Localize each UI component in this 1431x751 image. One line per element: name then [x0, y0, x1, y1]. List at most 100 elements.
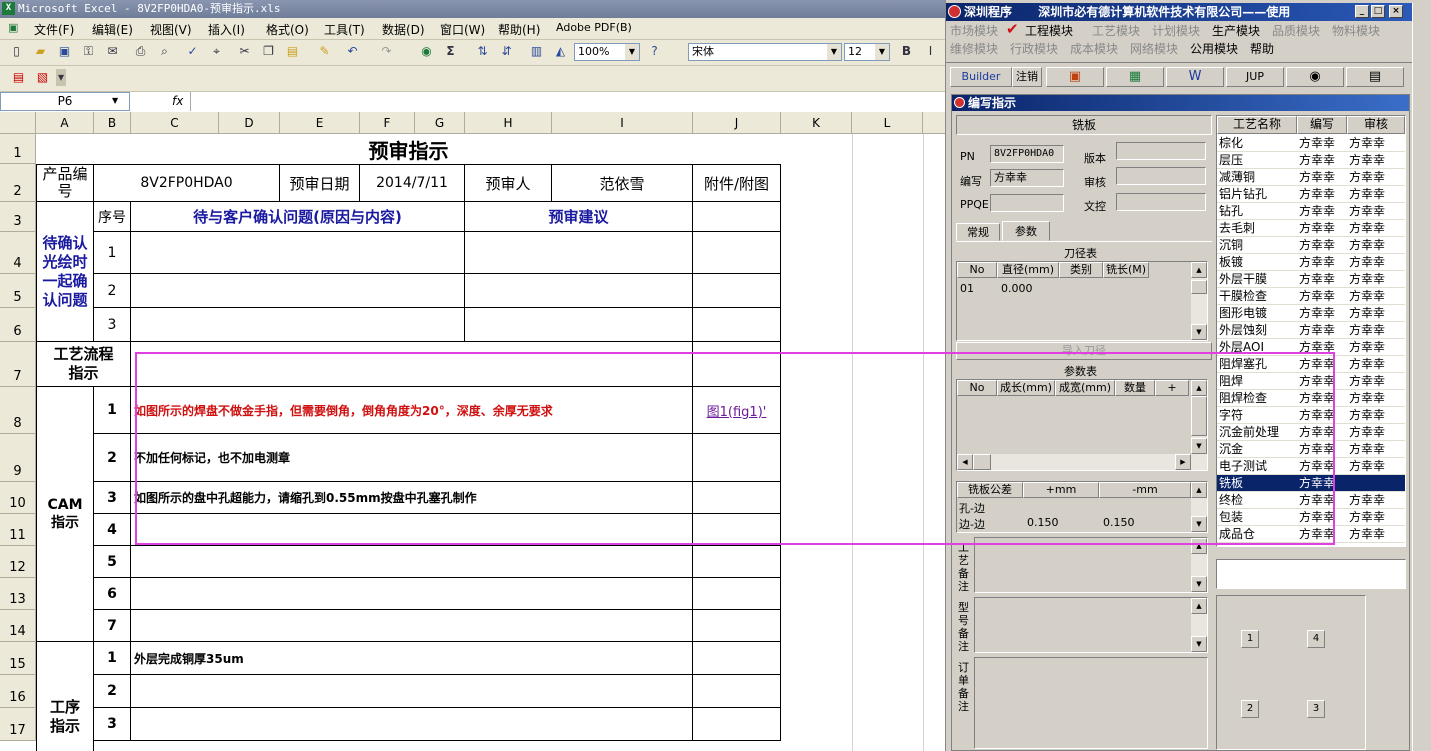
flow-label[interactable]: 工艺流程指示 [36, 342, 131, 387]
pending-issue-cell[interactable] [131, 274, 465, 308]
row-header-16[interactable]: 16 [0, 675, 36, 708]
issue-header[interactable]: 待与客户确认问题(原因与内容) [131, 202, 465, 232]
chart-wizard-icon[interactable]: ▥ [528, 43, 545, 60]
copy-icon[interactable]: ❐ [260, 43, 277, 60]
process-row[interactable]: 减薄铜 方幸幸 方幸幸 [1217, 169, 1405, 186]
cam-instruction-cell[interactable] [131, 610, 693, 642]
col-header-h[interactable]: H [465, 112, 552, 134]
param-table[interactable]: No 成长(mm) 成宽(mm) 数量 + ▲ ▼ ◀ ▶ [956, 379, 1208, 471]
builder-button[interactable]: Builder [950, 67, 1012, 87]
fx-icon[interactable]: fx [172, 94, 183, 108]
menu-data[interactable]: 数据(D) [382, 21, 425, 38]
name-box[interactable]: P6 [0, 92, 130, 111]
process-row[interactable]: 终检 方幸幸 方幸幸 [1217, 492, 1405, 509]
menu-maintenance[interactable]: 维修模块 [950, 40, 998, 57]
font-name-select[interactable]: 宋体 ▼ [688, 43, 842, 61]
row-header-8[interactable]: 8 [0, 387, 36, 434]
menu-cost[interactable]: 成本模块 [1070, 40, 1118, 57]
logout-button[interactable]: 注销 [1012, 67, 1042, 87]
writer-field[interactable]: 方幸幸 [990, 169, 1064, 187]
save-icon[interactable]: ▣ [56, 43, 73, 60]
scroll-down-icon[interactable]: ▼ [1191, 516, 1207, 532]
flow-cell[interactable] [131, 342, 693, 387]
scroll-down-icon[interactable]: ▼ [1191, 438, 1207, 454]
process-list[interactable]: 工艺名称 编写 审核 棕化 方幸幸 方幸幸 层压 方幸幸 方幸幸 减薄铜 方幸幸 方幸幸 铝片钻孔… [1216, 115, 1406, 547]
minimize-button[interactable]: _ [1355, 5, 1369, 18]
order-note-field[interactable] [974, 657, 1208, 749]
param-table-vscroll[interactable]: ▲ ▼ [1191, 380, 1207, 454]
col-header-i[interactable]: I [552, 112, 693, 134]
row-header-13[interactable]: 13 [0, 578, 36, 610]
pending-issue-cell[interactable] [131, 308, 465, 342]
process-row[interactable]: 字符 方幸幸 方幸幸 [1217, 407, 1405, 424]
cam-label[interactable]: CAM指示 [36, 387, 94, 642]
process-row[interactable]: 外层干膜 方幸幸 方幸幸 [1217, 271, 1405, 288]
menu-production[interactable]: 生产模块 [1212, 22, 1260, 39]
process-row[interactable]: 图形电镀 方幸幸 方幸幸 [1217, 305, 1405, 322]
permission-icon[interactable]: ⚿ [80, 43, 97, 60]
tab-params[interactable]: 参数 [1002, 221, 1050, 241]
col-header-g[interactable]: G [415, 112, 465, 134]
scroll-right-icon[interactable]: ▶ [1175, 454, 1191, 470]
scroll-up-icon[interactable]: ▲ [1191, 482, 1207, 498]
col-header-d[interactable]: D [219, 112, 280, 134]
scroll-down-icon[interactable]: ▼ [1191, 576, 1207, 592]
italic-icon[interactable]: I [922, 43, 939, 60]
pending-seq-1[interactable]: 1 [94, 232, 131, 274]
cam-seq-7[interactable]: 7 [94, 610, 131, 642]
process-row[interactable]: 沉铜 方幸幸 方幸幸 [1217, 237, 1405, 254]
version-field[interactable] [1116, 142, 1206, 160]
toolbar-overflow-icon[interactable]: ▾ [56, 69, 66, 86]
menu-market[interactable]: 市场模块 [950, 22, 998, 39]
scroll-left-icon[interactable]: ◀ [957, 454, 973, 470]
date-label[interactable]: 预审日期 [280, 164, 360, 202]
process-seq-2[interactable]: 2 [94, 675, 131, 708]
pending-issues-label[interactable]: 待确认光绘时一起确认问题 [36, 202, 94, 342]
new-icon[interactable]: ▯ [8, 43, 25, 60]
menu-window[interactable]: 窗口(W) [440, 21, 485, 38]
attachment-cell[interactable] [693, 274, 781, 308]
col-header-l[interactable]: L [852, 112, 923, 134]
process-row[interactable]: 包装 方幸幸 方幸幸 [1217, 509, 1405, 526]
product-label[interactable]: 产品编号 [36, 164, 94, 202]
eye-icon[interactable]: ◉ [1286, 67, 1344, 87]
pdf-email-icon[interactable]: ▧ [34, 69, 51, 86]
sort-asc-icon[interactable]: ⇅ [474, 43, 491, 60]
scroll-up-icon[interactable]: ▲ [1191, 380, 1207, 396]
row-header-5[interactable]: 5 [0, 274, 36, 308]
pad-button-3[interactable]: 3 [1307, 700, 1325, 718]
close-button[interactable]: × [1389, 5, 1403, 18]
sheet-title[interactable]: 预审指示 [36, 134, 781, 164]
sort-desc-icon[interactable]: ⇵ [498, 43, 515, 60]
attachment-cell[interactable] [693, 642, 781, 675]
attachment-cell[interactable] [693, 546, 781, 578]
attachment-cell[interactable] [693, 342, 781, 387]
tool-table-scrollbar[interactable]: ▲ ▼ [1191, 262, 1207, 340]
fig1-link[interactable]: 图1(fig1)' [693, 387, 781, 434]
word-icon[interactable]: W [1166, 67, 1224, 87]
tolerance-table[interactable]: 铣板公差 +mm -mm 孔-边 边-边 0.150 0.150 ▲ ▼ [956, 481, 1208, 533]
process-row[interactable]: 沉金前处理 方幸幸 方幸幸 [1217, 424, 1405, 441]
scroll-thumb[interactable] [1191, 280, 1207, 294]
review-date[interactable]: 2014/7/11 [360, 164, 465, 202]
pending-suggest-cell[interactable] [465, 232, 693, 274]
row-header-2[interactable]: 2 [0, 164, 36, 202]
excel-icon[interactable]: ▦ [1106, 67, 1164, 87]
format-painter-icon[interactable]: ✎ [316, 43, 333, 60]
pad-button-2[interactable]: 2 [1241, 700, 1259, 718]
attachment-cell[interactable] [693, 434, 781, 482]
import-tool-button[interactable]: 导入刀径 [956, 342, 1212, 360]
menu-tools[interactable]: 工具(T) [324, 21, 365, 38]
pending-suggest-cell[interactable] [465, 308, 693, 342]
process-seq-1[interactable]: 1 [94, 642, 131, 675]
cam-instruction-cell[interactable] [131, 546, 693, 578]
jup-button[interactable]: JUP [1226, 67, 1284, 87]
reviewer-label[interactable]: 预审人 [465, 164, 552, 202]
workbook-icon[interactable]: ▣ [8, 21, 18, 34]
process-label[interactable]: 工序指示 [36, 642, 94, 751]
seq-label[interactable]: 序号 [94, 202, 131, 232]
attachment-cell[interactable] [693, 308, 781, 342]
print-icon[interactable]: ⎙ [132, 43, 149, 60]
cut-icon[interactable]: ✂ [236, 43, 253, 60]
row-header-15[interactable]: 15 [0, 642, 36, 675]
